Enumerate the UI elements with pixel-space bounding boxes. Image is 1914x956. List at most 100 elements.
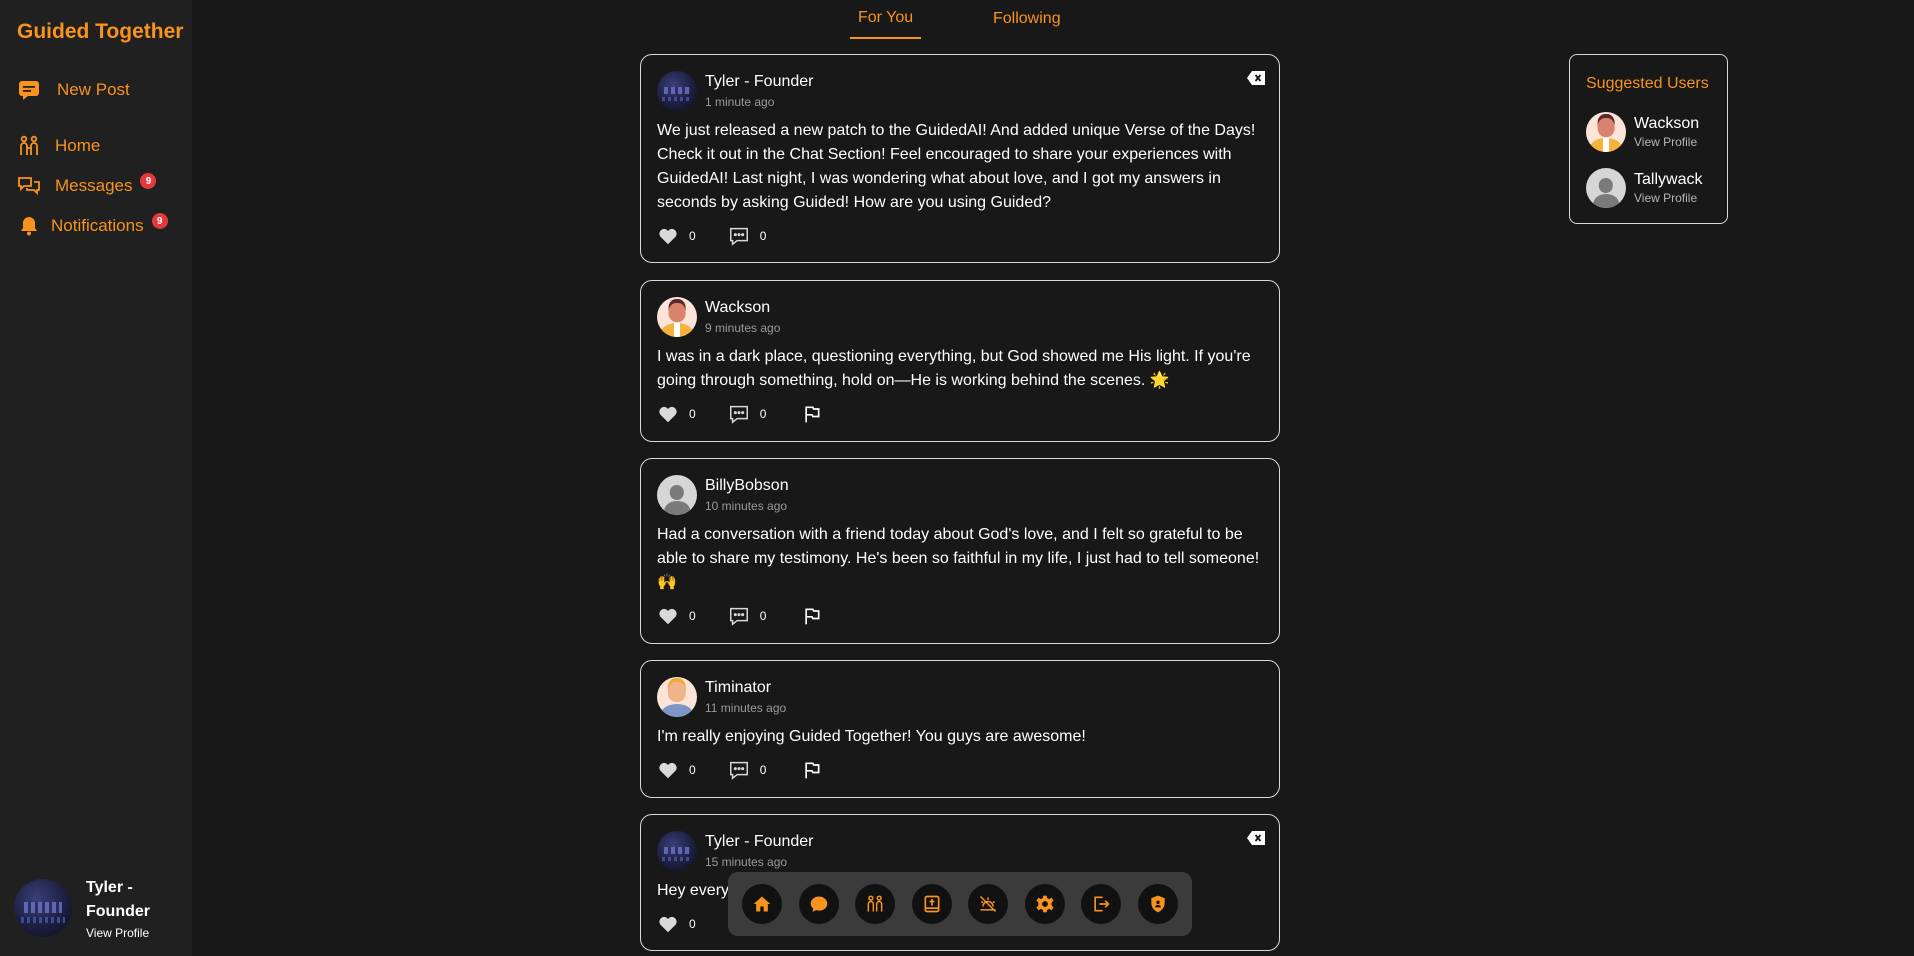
report-button[interactable] [802, 404, 822, 424]
messages-badge: 9 [140, 173, 157, 189]
like-count: 0 [689, 609, 696, 623]
suggested-user[interactable]: Tallywack View Profile [1586, 168, 1702, 208]
dock-settings-button[interactable] [1024, 884, 1065, 924]
suggested-user-name: Wackson [1634, 115, 1700, 132]
like-button[interactable]: 0 [657, 403, 696, 425]
avatar[interactable] [657, 297, 697, 337]
flag-icon [805, 406, 820, 423]
sidebar-item-label: Messages [55, 176, 133, 195]
avatar[interactable] [657, 677, 697, 717]
notifications-badge: 9 [151, 213, 168, 229]
brand-title[interactable]: Guided Together [17, 20, 183, 44]
dock-devotional-button[interactable] [968, 884, 1009, 924]
avatar [14, 879, 72, 937]
like-button[interactable]: 0 [657, 605, 696, 627]
post-card: BillyBobson 10 minutes ago Had a convers… [640, 458, 1280, 644]
active-tab-indicator [850, 37, 921, 39]
dock-logout-button[interactable] [1081, 884, 1122, 924]
suggested-user[interactable]: Wackson View Profile [1586, 112, 1699, 152]
tab-for-you[interactable]: For You [858, 9, 913, 27]
post-author[interactable]: Tyler - Founder [705, 833, 813, 851]
comment-button[interactable]: 0 [728, 759, 767, 781]
heart-icon [659, 762, 677, 779]
comment-count: 0 [759, 229, 767, 243]
people-icon [20, 135, 38, 155]
comment-icon [729, 761, 748, 780]
delete-post-button[interactable] [1247, 831, 1265, 850]
sidebar: Guided Together New Post Home Messages 9 [0, 0, 192, 956]
suggested-users-panel: Suggested Users Wackson View Profile Tal… [1569, 54, 1728, 224]
post-body: Had a conversation with a friend today a… [657, 526, 1260, 591]
avatar [1586, 168, 1626, 208]
comment-count: 0 [759, 763, 767, 777]
gear-icon [1036, 895, 1054, 913]
like-button[interactable]: 0 [657, 759, 696, 781]
post-author[interactable]: BillyBobson [705, 477, 789, 495]
suggested-users-title: Suggested Users [1586, 75, 1709, 92]
dock-bible-button[interactable] [911, 884, 952, 924]
dock-admin-button[interactable] [1137, 884, 1178, 924]
post-time: 15 minutes ago [705, 855, 788, 869]
flag-icon [805, 608, 820, 625]
bottom-dock [728, 872, 1192, 936]
comment-count: 0 [759, 407, 767, 421]
post-author[interactable]: Timinator [705, 679, 771, 697]
new-post-button[interactable]: New Post [17, 78, 130, 102]
post-card: Tyler - Founder 1 minute ago We just rel… [640, 54, 1280, 263]
chat-bubbles-icon [18, 177, 40, 196]
new-post-icon [19, 81, 39, 100]
people-icon [867, 895, 883, 912]
sidebar-user[interactable]: Tyler - Founder View Profile [14, 876, 166, 940]
like-button[interactable]: 0 [657, 913, 696, 935]
post-body: I was in a dark place, questioning every… [657, 348, 1251, 389]
home-icon [753, 896, 771, 912]
post-card: Timinator 11 minutes ago I'm really enjo… [640, 660, 1280, 798]
new-post-label: New Post [57, 80, 130, 99]
avatar[interactable] [657, 71, 697, 111]
avatar[interactable] [657, 475, 697, 515]
delete-post-button[interactable] [1247, 71, 1265, 90]
logout-icon [1094, 896, 1111, 912]
report-button[interactable] [802, 606, 822, 626]
heart-icon [659, 406, 677, 423]
like-count: 0 [689, 917, 696, 931]
view-profile-link[interactable]: View Profile [1634, 191, 1702, 205]
report-button[interactable] [802, 760, 822, 780]
post-time: 11 minutes ago [705, 701, 787, 715]
bell-icon [21, 217, 37, 236]
comment-icon [729, 405, 748, 424]
tab-following[interactable]: Following [993, 10, 1061, 28]
post-author[interactable]: Wackson [705, 299, 770, 317]
post-card: Wackson 9 minutes ago I was in a dark pl… [640, 280, 1280, 442]
dock-community-button[interactable] [855, 884, 896, 924]
comment-button[interactable]: 0 [728, 225, 767, 247]
sidebar-item-label: Home [55, 136, 101, 155]
post-time: 10 minutes ago [705, 499, 788, 513]
suggested-user-name: Tallywack [1634, 171, 1703, 188]
avatar [1586, 112, 1626, 152]
sidebar-item-home[interactable]: Home [17, 134, 100, 158]
comment-icon [729, 227, 748, 246]
sidebar-item-notifications[interactable]: Notifications 9 [17, 213, 168, 238]
post-time: 9 minutes ago [705, 321, 781, 335]
sidebar-item-messages[interactable]: Messages 9 [17, 173, 157, 198]
sunset-icon [980, 895, 997, 913]
backspace-icon [1247, 831, 1265, 845]
like-count: 0 [689, 763, 696, 777]
view-profile-link[interactable]: View Profile [1634, 135, 1699, 149]
comment-button[interactable]: 0 [728, 605, 767, 627]
dock-chat-button[interactable] [798, 884, 839, 924]
comment-button[interactable]: 0 [728, 403, 767, 425]
backspace-icon [1247, 71, 1265, 85]
bible-icon [924, 895, 940, 913]
comment-icon [729, 607, 748, 626]
view-profile-link[interactable]: View Profile [86, 926, 166, 940]
comment-count: 0 [759, 609, 767, 623]
post-author[interactable]: Tyler - Founder [705, 73, 813, 91]
like-count: 0 [689, 407, 696, 421]
dock-home-button[interactable] [742, 884, 782, 924]
post-body: I'm really enjoying Guided Together! You… [657, 728, 1086, 745]
avatar[interactable] [657, 831, 697, 871]
post-time: 1 minute ago [705, 95, 775, 109]
like-button[interactable]: 0 [657, 225, 696, 247]
